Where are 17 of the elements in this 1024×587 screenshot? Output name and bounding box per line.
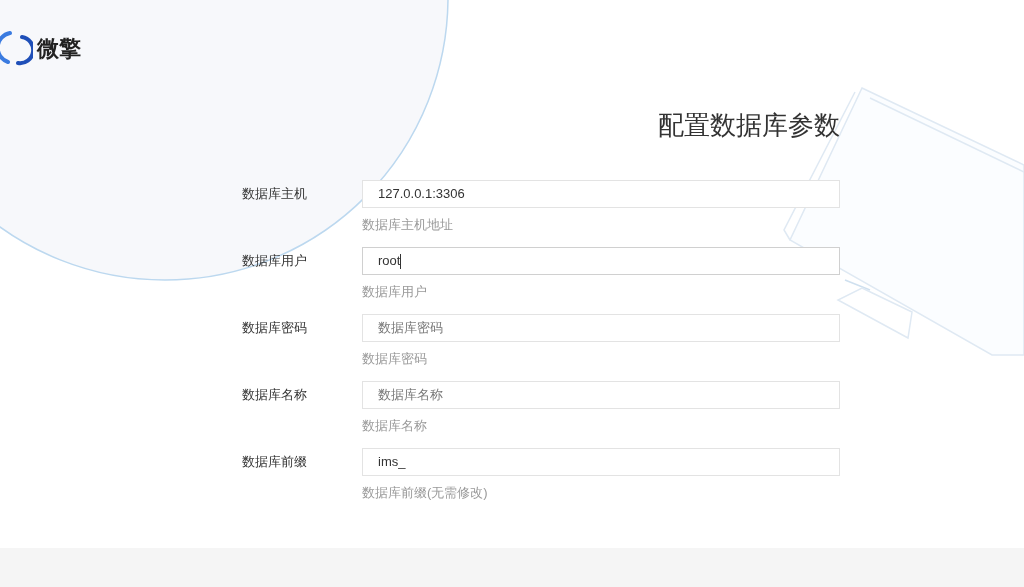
field-hint: 数据库用户 — [362, 284, 428, 300]
input-field[interactable]: 数据库名称 — [362, 381, 840, 409]
field-label: 数据库主机 — [242, 185, 308, 203]
field-label: 数据库前缀 — [242, 453, 308, 471]
field-hint: 数据库主机地址 — [362, 217, 454, 233]
input-field[interactable]: 127.0.0.1:3306 — [362, 180, 840, 208]
input-field[interactable]: root — [362, 247, 840, 275]
field-hint: 数据库前缀(无需修改) — [362, 485, 489, 501]
field-label: 数据库用户 — [242, 252, 308, 270]
field-hint: 数据库名称 — [362, 418, 428, 434]
page-title: 配置数据库参数 — [658, 109, 840, 142]
logo-text: 微擎 — [37, 34, 81, 63]
field-label: 数据库密码 — [242, 319, 308, 337]
field-hint: 数据库密码 — [362, 351, 428, 367]
input-field[interactable]: ims_ — [362, 448, 840, 476]
field-label: 数据库名称 — [242, 386, 308, 404]
swirl-logo-icon — [0, 29, 33, 67]
